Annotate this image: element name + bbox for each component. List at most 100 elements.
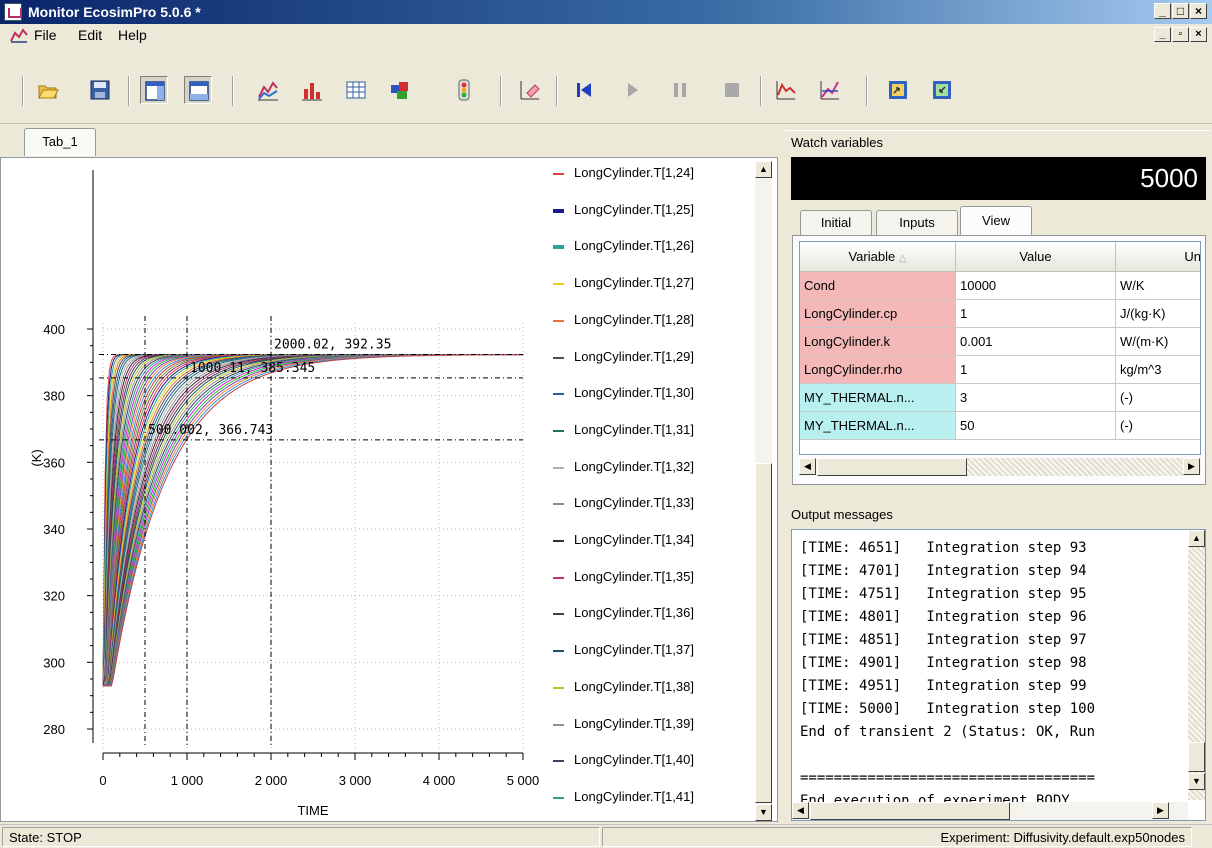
- line-chart[interactable]: 2000.02, 392.35 1000.11, 385.345 500.002, …: [1, 158, 549, 823]
- color-tool-icon[interactable]: [386, 76, 414, 104]
- legend-item[interactable]: LongCylinder.T[1,29]: [549, 348, 754, 368]
- bar-chart-icon[interactable]: [298, 76, 326, 104]
- legend-item[interactable]: LongCylinder.T[1,37]: [549, 641, 754, 661]
- legend-item[interactable]: LongCylinder.T[1,36]: [549, 604, 754, 624]
- scroll-left-button[interactable]: ◀: [799, 458, 816, 475]
- clear-plot-icon[interactable]: [516, 76, 544, 104]
- toolbar-grip: [22, 76, 24, 106]
- tab-initial[interactable]: Initial: [800, 210, 872, 236]
- legend-item[interactable]: LongCylinder.T[1,27]: [549, 274, 754, 294]
- line-plot-icon[interactable]: [254, 76, 282, 104]
- legend-item[interactable]: LongCylinder.T[1,25]: [549, 201, 754, 221]
- legend-item[interactable]: LongCylinder.T[1,24]: [549, 164, 754, 184]
- scroll-right-button[interactable]: ▶: [1152, 802, 1169, 819]
- grid-cell-value[interactable]: 0.001: [956, 328, 1116, 356]
- play-icon[interactable]: [618, 76, 646, 104]
- plot-edit-icon[interactable]: [816, 76, 844, 104]
- traffic-light-icon[interactable]: [450, 76, 478, 104]
- export-2-icon[interactable]: [928, 76, 956, 104]
- legend-item[interactable]: LongCylinder.T[1,38]: [549, 678, 754, 698]
- legend-item[interactable]: LongCylinder.T[1,26]: [549, 237, 754, 257]
- legend-item[interactable]: LongCylinder.T[1,33]: [549, 494, 754, 514]
- series-line: [103, 354, 524, 687]
- hscroll-thumb[interactable]: [817, 458, 967, 476]
- grid-cell-unit[interactable]: (-): [1116, 384, 1200, 412]
- output-hscrollbar[interactable]: ◀ ▶: [792, 802, 1188, 820]
- plot-options-icon[interactable]: [772, 76, 800, 104]
- legend-item[interactable]: LongCylinder.T[1,41]: [549, 788, 754, 808]
- grid-cell-variable[interactable]: MY_THERMAL.n...: [800, 412, 956, 440]
- legend-swatch: [553, 650, 564, 653]
- legend-item[interactable]: LongCylinder.T[1,35]: [549, 568, 754, 588]
- close-button[interactable]: ×: [1190, 3, 1207, 19]
- tab-tab-1[interactable]: Tab_1: [24, 128, 96, 156]
- output-vscrollbar[interactable]: ▲ ▼: [1188, 530, 1205, 800]
- grid-cell-value[interactable]: 1: [956, 300, 1116, 328]
- go-to-start-icon[interactable]: [570, 76, 598, 104]
- grid-cell-unit[interactable]: (-): [1116, 412, 1200, 440]
- pause-icon[interactable]: [666, 76, 694, 104]
- column-header-variable[interactable]: Variable △: [800, 242, 956, 272]
- grid-cell-unit[interactable]: W/(m·K): [1116, 328, 1200, 356]
- minimize-button[interactable]: _: [1154, 3, 1171, 19]
- legend-item[interactable]: LongCylinder.T[1,34]: [549, 531, 754, 551]
- scroll-up-button[interactable]: ▲: [1188, 530, 1205, 547]
- layout-vertical-icon[interactable]: [140, 76, 168, 104]
- tab-inputs[interactable]: Inputs: [876, 210, 958, 236]
- menu-file[interactable]: File: [34, 27, 57, 43]
- scroll-left-button[interactable]: ◀: [792, 802, 809, 819]
- menu-help[interactable]: Help: [118, 27, 147, 43]
- scroll-up-button[interactable]: ▲: [755, 161, 772, 178]
- column-header-value[interactable]: Value: [956, 242, 1116, 272]
- export-1-icon[interactable]: [884, 76, 912, 104]
- legend-item[interactable]: LongCylinder.T[1,39]: [549, 715, 754, 735]
- plot-tab-strip: Tab_1: [0, 124, 785, 158]
- watch-hscrollbar[interactable]: ◀ ▶: [799, 458, 1201, 476]
- legend-item[interactable]: LongCylinder.T[1,30]: [549, 384, 754, 404]
- column-header-unit[interactable]: Un: [1116, 242, 1200, 272]
- grid-cell-value[interactable]: 10000: [956, 272, 1116, 300]
- grid-cell-value[interactable]: 50: [956, 412, 1116, 440]
- legend-item[interactable]: LongCylinder.T[1,40]: [549, 751, 754, 771]
- grid-cell-variable[interactable]: LongCylinder.rho: [800, 356, 956, 384]
- scroll-down-button[interactable]: ▼: [1188, 773, 1205, 790]
- grid-cell-variable[interactable]: Cond: [800, 272, 956, 300]
- scroll-right-button[interactable]: ▶: [1183, 458, 1200, 475]
- output-messages-panel[interactable]: [TIME: 4651] Integration step 93 [TIME: 4…: [791, 529, 1206, 821]
- legend-swatch: [553, 796, 564, 799]
- menu-edit[interactable]: Edit: [78, 27, 102, 43]
- mdi-close-button[interactable]: ×: [1190, 27, 1207, 42]
- grid-cell-variable[interactable]: LongCylinder.cp: [800, 300, 956, 328]
- layout-horizontal-icon[interactable]: [184, 76, 212, 104]
- hscroll-thumb[interactable]: [810, 802, 1010, 820]
- grid-cell-unit[interactable]: kg/m^3: [1116, 356, 1200, 384]
- table-view-icon[interactable]: [342, 76, 370, 104]
- series-line: [103, 354, 524, 687]
- legend-item[interactable]: LongCylinder.T[1,32]: [549, 458, 754, 478]
- save-icon[interactable]: [86, 76, 114, 104]
- maximize-button[interactable]: □: [1172, 3, 1189, 19]
- scroll-thumb[interactable]: [755, 463, 772, 803]
- mdi-minimize-button[interactable]: _: [1154, 27, 1171, 42]
- grid-cell-variable[interactable]: MY_THERMAL.n...: [800, 384, 956, 412]
- legend-item[interactable]: LongCylinder.T[1,31]: [549, 421, 754, 441]
- mdi-restore-button[interactable]: ▫: [1172, 27, 1189, 42]
- stop-icon[interactable]: [718, 76, 746, 104]
- grid-cell-value[interactable]: 1: [956, 356, 1116, 384]
- scroll-down-button[interactable]: ▼: [755, 804, 772, 821]
- hscroll-track[interactable]: [967, 458, 1183, 476]
- series-line: [103, 354, 524, 687]
- legend-label: LongCylinder.T[1,41]: [574, 788, 694, 804]
- legend-label: LongCylinder.T[1,27]: [574, 275, 694, 291]
- grid-cell-variable[interactable]: LongCylinder.k: [800, 328, 956, 356]
- legend-item[interactable]: LongCylinder.T[1,28]: [549, 311, 754, 331]
- toolbar: [0, 46, 1212, 124]
- legend-scrollbar[interactable]: ▲ ▼: [755, 161, 772, 821]
- grid-cell-unit[interactable]: J/(kg·K): [1116, 300, 1200, 328]
- tab-view[interactable]: View: [960, 206, 1032, 237]
- scroll-thumb[interactable]: [1188, 742, 1205, 772]
- open-folder-icon[interactable]: [34, 76, 62, 104]
- grid-cell-value[interactable]: 3: [956, 384, 1116, 412]
- vertical-splitter[interactable]: [778, 124, 785, 824]
- grid-cell-unit[interactable]: W/K: [1116, 272, 1200, 300]
